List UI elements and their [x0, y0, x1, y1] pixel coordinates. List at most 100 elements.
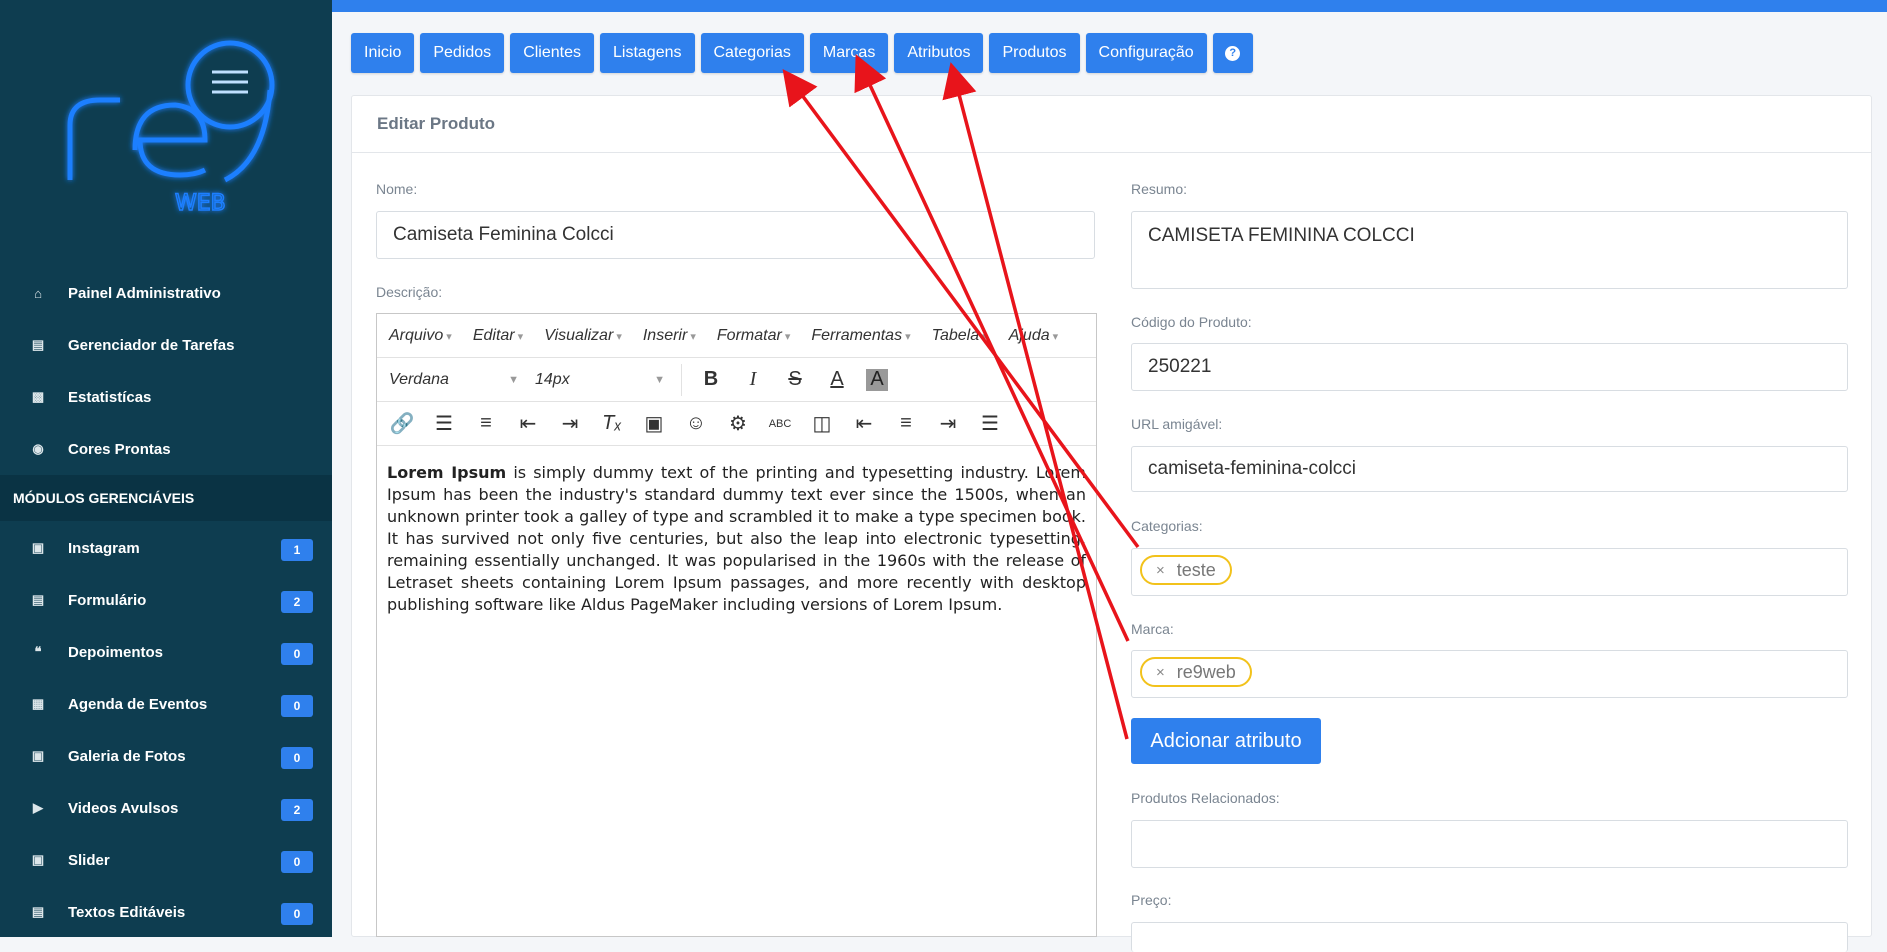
main-nav-tabs: Inicio Pedidos Clientes Listagens Catego… [351, 33, 1253, 73]
gear-icon[interactable]: ⚙ [725, 411, 751, 437]
toolbar-divider [681, 363, 682, 396]
card-title: Editar Produto [352, 96, 1871, 153]
url-input[interactable]: camiseta-feminina-colcci [1131, 446, 1848, 492]
menu-arquivo[interactable]: Arquivo [389, 327, 452, 345]
sidebar-item-tarefas[interactable]: ▤ Gerenciador de Tarefas [0, 325, 332, 365]
count-badge: 1 [281, 539, 313, 561]
font-family-select[interactable]: Verdana ▼ [389, 371, 519, 389]
count-badge: 0 [281, 695, 313, 717]
media-icon[interactable]: ◫ [809, 411, 835, 437]
remove-icon[interactable]: × [1156, 664, 1165, 681]
clear-format-icon[interactable]: Tₓ [599, 411, 625, 437]
sidebar-item-videos[interactable]: ▶ Videos Avulsos 2 [0, 788, 332, 828]
align-right-icon[interactable]: ⇥ [935, 411, 961, 437]
url-label: URL amigável: [1131, 416, 1223, 432]
count-badge: 0 [281, 747, 313, 769]
nome-label: Nome: [376, 181, 418, 197]
tab-marcas[interactable]: Marcas [809, 33, 889, 73]
tab-clientes[interactable]: Clientes [510, 33, 594, 73]
instagram-icon: ▣ [31, 540, 45, 555]
video-icon: ▶ [33, 800, 43, 815]
remove-icon[interactable]: × [1156, 562, 1165, 579]
sidebar-item-label: Slider [68, 851, 110, 869]
marca-label: Marca: [1131, 621, 1174, 637]
help-button[interactable]: ? [1212, 33, 1253, 73]
resumo-label: Resumo: [1131, 181, 1188, 197]
sidebar-item-formulario[interactable]: ▤ Formulário 2 [0, 580, 332, 620]
sidebar-item-galeria[interactable]: ▣ Galeria de Fotos 0 [0, 736, 332, 776]
menu-inserir[interactable]: Inserir [643, 327, 696, 345]
menu-visualizar[interactable]: Visualizar [544, 327, 622, 345]
sidebar-item-estatisticas[interactable]: ▩ Estatistícas [0, 377, 332, 417]
tab-inicio[interactable]: Inicio [351, 33, 415, 73]
tab-listagens[interactable]: Listagens [600, 33, 695, 73]
sidebar-item-depoimentos[interactable]: ❝ Depoimentos 0 [0, 632, 332, 672]
editor-content[interactable]: Lorem Ipsum is simply dummy text of the … [377, 446, 1096, 632]
tab-categorias[interactable]: Categorias [700, 33, 804, 73]
sidebar: WEB ⌂ Painel Administrativo ▤ Gerenciado… [0, 0, 332, 937]
tab-configuracao[interactable]: Configuração [1085, 33, 1207, 73]
tab-produtos[interactable]: Produtos [989, 33, 1080, 73]
menu-tabela[interactable]: Tabela [932, 327, 988, 345]
align-center-icon[interactable]: ≡ [893, 411, 919, 437]
home-icon: ⌂ [34, 285, 42, 301]
sidebar-item-label: Instagram [68, 539, 140, 557]
count-badge: 0 [281, 903, 313, 925]
sidebar-item-textos[interactable]: ▤ Textos Editáveis 0 [0, 892, 332, 932]
menu-ajuda[interactable]: Ajuda [1009, 327, 1059, 345]
tab-pedidos[interactable]: Pedidos [420, 33, 505, 73]
italic-icon[interactable]: I [740, 367, 766, 393]
top-accent-bar [332, 0, 1887, 12]
categorias-select[interactable] [1131, 548, 1848, 596]
nome-input[interactable]: Camiseta Feminina Colcci [376, 211, 1095, 259]
bullet-list-icon[interactable]: ≡ [473, 411, 499, 437]
menu-editar[interactable]: Editar [473, 327, 523, 345]
rich-text-editor: Arquivo Editar Visualizar Inserir Format… [376, 313, 1097, 937]
outdent-icon[interactable]: ⇤ [515, 411, 541, 437]
document-icon: ▤ [31, 904, 45, 919]
spellcheck-icon[interactable]: ABC [767, 411, 793, 437]
align-left-icon[interactable]: ⇤ [851, 411, 877, 437]
marca-tag[interactable]: × re9web [1140, 657, 1252, 687]
add-attribute-button[interactable]: Adcionar atributo [1131, 718, 1321, 764]
link-icon[interactable]: 🔗 [389, 411, 415, 437]
align-justify-icon[interactable]: ☰ [977, 411, 1003, 437]
menu-ferramentas[interactable]: Ferramentas [811, 327, 910, 345]
numbered-list-icon[interactable]: ☰ [431, 411, 457, 437]
resumo-textarea[interactable]: CAMISETA FEMININA COLCCI [1131, 211, 1848, 289]
sidebar-item-label: Gerenciador de Tarefas [68, 336, 235, 354]
sidebar-item-label: Videos Avulsos [68, 799, 179, 817]
preco-label: Preço: [1131, 892, 1172, 908]
editor-menubar: Arquivo Editar Visualizar Inserir Format… [377, 314, 1096, 358]
preco-input[interactable] [1131, 922, 1848, 952]
font-size-select[interactable]: 14px ▼ [535, 371, 665, 389]
strikethrough-icon[interactable]: S [782, 367, 808, 393]
sidebar-item-label: Textos Editáveis [68, 903, 186, 921]
codigo-input[interactable]: 250221 [1131, 343, 1848, 391]
re9web-logo[interactable]: WEB [40, 30, 300, 230]
sidebar-item-agenda[interactable]: ▦ Agenda de Eventos 0 [0, 684, 332, 724]
background-color-icon[interactable]: A [866, 368, 888, 391]
emoji-icon[interactable]: ☺ [683, 411, 709, 437]
sidebar-item-painel[interactable]: ⌂ Painel Administrativo [0, 273, 332, 313]
image-icon[interactable]: ▣ [641, 411, 667, 437]
marca-tag-label: re9web [1176, 661, 1236, 682]
sidebar-item-label: Cores Prontas [68, 440, 171, 458]
sidebar-item-label: Agenda de Eventos [68, 695, 208, 713]
count-badge: 0 [281, 851, 313, 873]
menu-formatar[interactable]: Formatar [717, 327, 790, 345]
sidebar-item-label: Formulário [68, 591, 147, 609]
bold-icon[interactable]: B [698, 367, 724, 393]
tab-atributos[interactable]: Atributos [894, 33, 984, 73]
font-family-value: Verdana [389, 370, 449, 388]
text-color-icon[interactable]: A [824, 367, 850, 393]
indent-icon[interactable]: ⇥ [557, 411, 583, 437]
palette-icon: ◉ [32, 441, 44, 456]
relacionados-select[interactable] [1131, 820, 1848, 868]
content-bold-text: Lorem Ipsum [387, 463, 507, 482]
sidebar-item-cores[interactable]: ◉ Cores Prontas [0, 429, 332, 469]
categoria-tag[interactable]: × teste [1140, 555, 1232, 585]
quote-icon: ❝ [34, 644, 42, 659]
sidebar-item-slider[interactable]: ▣ Slider 0 [0, 840, 332, 880]
sidebar-item-instagram[interactable]: ▣ Instagram 1 [0, 528, 332, 568]
